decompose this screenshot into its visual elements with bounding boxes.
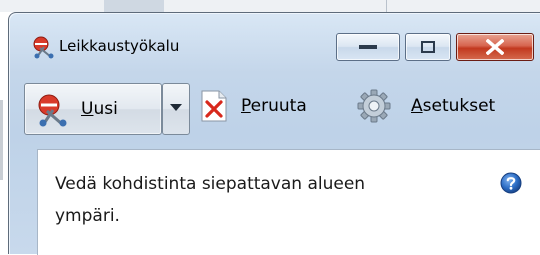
maximize-icon <box>421 41 435 53</box>
chevron-down-icon <box>170 104 182 111</box>
help-icon[interactable] <box>500 172 522 194</box>
scissors-icon <box>31 35 55 59</box>
background-edge <box>0 100 3 180</box>
scissors-icon <box>35 93 69 127</box>
background-divider <box>386 0 387 12</box>
cancel-doc-icon <box>201 90 227 122</box>
cancel-label: Peruuta <box>241 96 307 116</box>
new-snip-button[interactable]: Uusi <box>24 83 162 135</box>
toolbar: Uusi Peruuta Asetukset <box>9 77 540 141</box>
maximize-button[interactable] <box>405 33 451 61</box>
minimize-button[interactable] <box>336 33 400 61</box>
new-snip-label: Uusi <box>81 99 118 119</box>
new-snip-dropdown[interactable] <box>162 83 190 135</box>
instruction-text: Vedä kohdistinta siepattavan alueen ympä… <box>55 174 366 226</box>
window-title: Leikkaustyökalu <box>59 37 180 55</box>
minimize-icon <box>359 45 377 49</box>
snipping-tool-window: Leikkaustyökalu Uusi Peruuta Asetukset V… <box>8 12 540 255</box>
close-icon <box>486 39 504 55</box>
instruction-panel: Vedä kohdistinta siepattavan alueen ympä… <box>37 149 540 255</box>
title-bar[interactable]: Leikkaustyökalu <box>9 13 540 71</box>
settings-button[interactable]: Asetukset <box>357 87 540 127</box>
cancel-button[interactable]: Peruuta <box>201 87 345 127</box>
settings-label: Asetukset <box>411 96 496 116</box>
background-strip <box>0 0 540 12</box>
close-button[interactable] <box>456 33 534 61</box>
gear-icon <box>357 89 391 123</box>
